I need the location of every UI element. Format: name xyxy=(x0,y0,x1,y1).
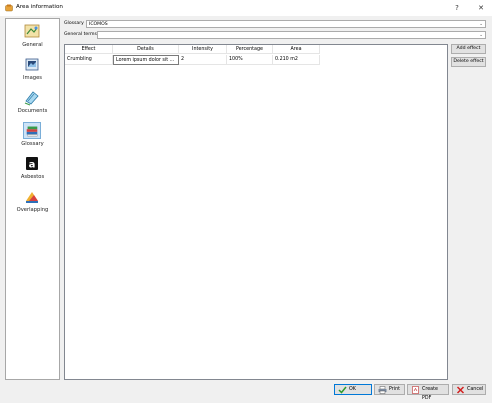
cell-intensity[interactable]: 2 xyxy=(179,55,227,65)
cancel-button[interactable]: Cancel xyxy=(452,384,486,395)
images-icon xyxy=(25,58,39,71)
cancel-label: Cancel xyxy=(467,387,484,392)
svg-text:a: a xyxy=(29,160,36,171)
sidebar-item-glossary[interactable]: Glossary xyxy=(6,122,59,152)
sidebar: General Images Documents Glossary a Asbe… xyxy=(5,18,60,380)
sidebar-item-documents[interactable]: Documents xyxy=(6,89,59,119)
sidebar-item-general[interactable]: General xyxy=(6,23,59,53)
glossary-icon xyxy=(23,122,41,139)
window-title: Area information xyxy=(16,4,63,10)
title-bar: Area information ? ✕ xyxy=(0,0,492,16)
chevron-down-icon: ⌄ xyxy=(479,33,483,38)
general-terms-select[interactable]: ⌄ xyxy=(97,31,486,39)
glossary-value: ICOMOS xyxy=(89,22,108,27)
close-button[interactable]: ✕ xyxy=(476,3,486,13)
sidebar-item-label: General xyxy=(22,42,43,48)
cancel-icon xyxy=(456,386,465,394)
print-label: Print xyxy=(389,387,401,392)
cell-percentage[interactable]: 100% xyxy=(227,55,273,65)
print-icon xyxy=(378,386,387,394)
column-header-percentage[interactable]: Percentage xyxy=(227,45,273,54)
sidebar-item-asbestos[interactable]: a Asbestos xyxy=(6,155,59,185)
sidebar-item-images[interactable]: Images xyxy=(6,56,59,86)
chevron-down-icon: ⌄ xyxy=(479,22,483,27)
add-effect-button[interactable]: Add effect xyxy=(451,44,486,54)
sidebar-item-label: Asbestos xyxy=(20,174,45,180)
documents-icon xyxy=(24,91,39,106)
general-terms-label: General terms xyxy=(64,32,97,37)
glossary-select[interactable]: ICOMOS ⌄ xyxy=(86,20,486,28)
sidebar-item-label: Documents xyxy=(17,108,48,114)
sidebar-item-label: Images xyxy=(23,75,42,81)
column-header-details[interactable]: Details xyxy=(113,45,179,54)
cell-details[interactable]: Lorem ipsum dolor sit ... xyxy=(113,55,179,65)
column-header-effect[interactable]: Effect xyxy=(65,45,113,54)
print-button[interactable]: Print xyxy=(374,384,405,395)
help-button[interactable]: ? xyxy=(452,3,462,13)
delete-effect-button[interactable]: Delete effect xyxy=(451,57,486,67)
sidebar-item-overlapping[interactable]: Overlapping xyxy=(6,188,59,218)
column-header-area[interactable]: Area xyxy=(273,45,320,54)
ok-label: OK xyxy=(349,387,356,392)
asbestos-icon: a xyxy=(26,157,38,171)
check-icon xyxy=(338,386,347,394)
effects-table: Effect Details Intensity Percentage Area… xyxy=(64,44,448,380)
sidebar-item-label: Overlapping xyxy=(16,207,49,213)
cell-effect[interactable]: Crumbling xyxy=(65,55,113,65)
column-header-intensity[interactable]: Intensity xyxy=(179,45,227,54)
overlapping-icon xyxy=(26,192,38,203)
ok-button[interactable]: OK xyxy=(334,384,372,395)
general-icon xyxy=(24,24,40,38)
glossary-label: Glossary xyxy=(64,21,84,26)
app-icon xyxy=(5,4,13,12)
sidebar-item-label: Glossary xyxy=(21,141,44,147)
create-pdf-label: Create PDF xyxy=(422,387,438,401)
cell-area[interactable]: 0.210 m2 xyxy=(273,55,320,65)
create-pdf-button[interactable]: Create PDF xyxy=(407,384,449,401)
pdf-icon xyxy=(412,386,419,394)
